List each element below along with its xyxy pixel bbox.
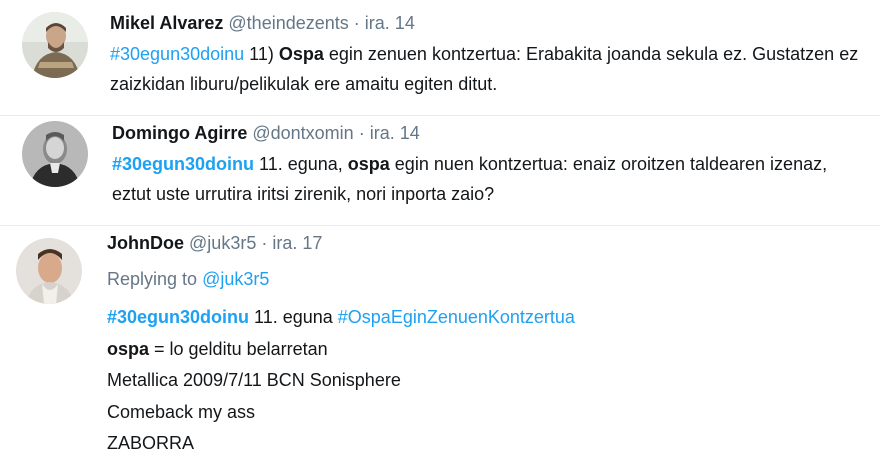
avatar[interactable] [22,12,88,78]
avatar[interactable] [22,121,88,187]
user-handle[interactable]: @juk3r5 [189,233,256,253]
tweet-date[interactable]: ira. 17 [272,233,322,253]
text-line: ZABORRA [107,433,195,453]
tweet-body: Domingo Agirre @dontxomin · ira. 14 #30e… [112,120,870,209]
tweet-date[interactable]: ira. 14 [365,13,415,33]
separator: · [358,123,365,143]
avatar-photo-icon [22,12,88,78]
avatar-photo-icon [16,238,82,304]
mention-link[interactable]: @juk3r5 [202,269,269,289]
user-name[interactable]: Domingo Agirre [112,123,247,143]
hashtag-link[interactable]: #30egun30doinu [112,154,254,174]
user-name[interactable]: JohnDoe [107,233,184,253]
tweet-header: Domingo Agirre @dontxomin · ira. 14 [112,120,870,146]
tweet[interactable]: Mikel Alvarez @theindezents · ira. 14 #3… [0,0,880,115]
text-line: Metallica 2009/7/11 BCN Sonisphere [107,370,401,390]
tweet-date[interactable]: ira. 14 [370,123,420,143]
user-handle[interactable]: @theindezents [228,13,348,33]
user-name[interactable]: Mikel Alvarez [110,13,223,33]
text-segment: = lo gelditu belarretan [149,338,328,359]
user-handle[interactable]: @dontxomin [252,123,353,143]
text-segment: 11) [244,44,279,64]
tweet-body: JohnDoe @juk3r5 · ira. 17 Replying to @j… [107,230,870,455]
tweet-text: #30egun30doinu 11. eguna, ospa egin nuen… [112,149,870,209]
avatar[interactable] [16,238,82,304]
separator: · [353,13,360,33]
tweet-header: JohnDoe @juk3r5 · ira. 17 [107,230,870,256]
bold-text: ospa [347,154,390,174]
text-line: ospa = lo gelditu belarretan [107,334,870,366]
hashtag-link[interactable]: #30egun30doinu [107,307,249,327]
avatar-photo-icon [22,121,88,187]
tweet[interactable]: Domingo Agirre @dontxomin · ira. 14 #30e… [0,115,880,225]
replying-to: Replying to @juk3r5 [107,266,870,292]
tweet-text: #30egun30doinu 11. eguna #OspaEginZenuen… [107,302,870,455]
text-line: #30egun30doinu 11. eguna #OspaEginZenuen… [107,302,870,334]
tweet[interactable]: JohnDoe @juk3r5 · ira. 17 Replying to @j… [0,225,880,455]
tweet-header: Mikel Alvarez @theindezents · ira. 14 [110,10,870,36]
hashtag-link[interactable]: #30egun30doinu [110,44,244,64]
tweet-text: #30egun30doinu 11) Ospa egin zenuen kont… [110,39,870,99]
text-segment: 11. eguna, [254,154,348,174]
bold-text: Ospa [278,44,324,64]
text-segment: 11. eguna [249,307,338,327]
text-line: Comeback my ass [107,401,256,422]
hashtag-link[interactable]: #OspaEginZenuenKontzertua [338,307,575,327]
tweet-feed: Mikel Alvarez @theindezents · ira. 14 #3… [0,0,880,455]
replying-label: Replying to [107,269,203,289]
tweet-body: Mikel Alvarez @theindezents · ira. 14 #3… [110,10,870,99]
bold-text: ospa [107,338,150,359]
separator: · [261,233,268,253]
